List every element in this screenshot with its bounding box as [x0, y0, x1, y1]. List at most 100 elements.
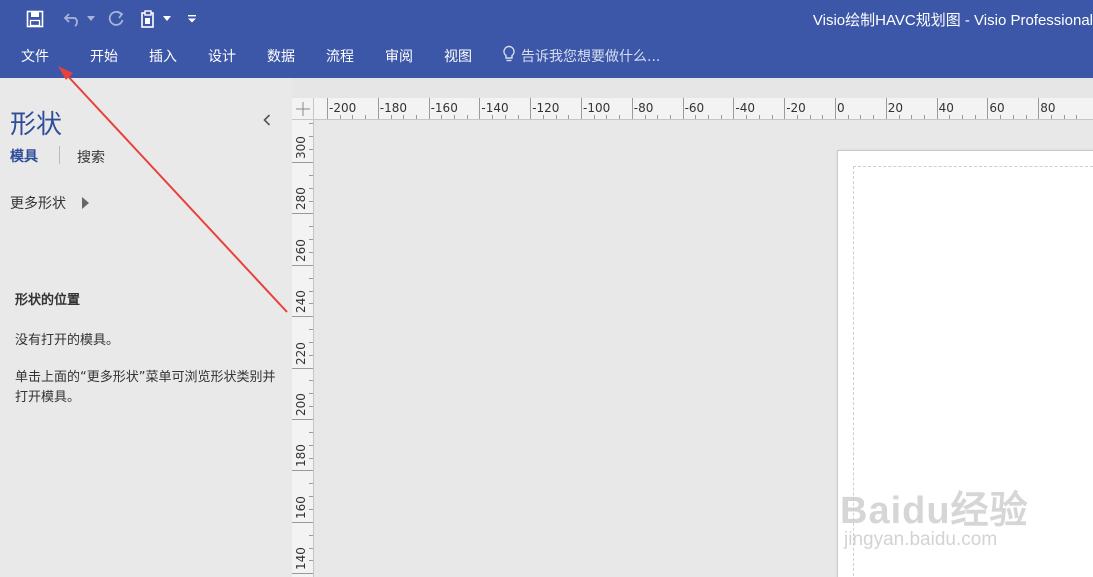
tab-home[interactable]: 开始: [90, 46, 118, 66]
ruler-label: 40: [938, 101, 954, 115]
ruler-tick: [292, 470, 313, 472]
ruler-minor-tick: [746, 115, 748, 119]
ruler-tick: [784, 98, 786, 119]
ruler-minor-tick: [309, 303, 313, 305]
ruler-label: -20: [786, 101, 806, 115]
ruler-minor-tick: [606, 115, 608, 119]
ruler-minor-tick: [911, 115, 913, 119]
ruler-minor-tick: [309, 123, 313, 125]
pane-tab-divider: [59, 146, 60, 164]
tab-process[interactable]: 流程: [326, 46, 354, 66]
ruler-minor-tick: [873, 115, 875, 119]
ruler-minor-tick: [309, 444, 313, 446]
ruler-minor-tick: [847, 115, 849, 119]
ruler-minor-tick: [555, 115, 557, 119]
ruler-minor-tick: [309, 354, 313, 356]
tab-review[interactable]: 审阅: [385, 46, 413, 66]
collapse-pane-icon[interactable]: [262, 112, 272, 131]
ruler-minor-tick: [309, 187, 313, 189]
tab-design[interactable]: 设计: [208, 46, 236, 66]
ruler-minor-tick: [309, 393, 313, 395]
vertical-ruler[interactable]: 300 280 260 240 220 200 180 160 140: [292, 120, 314, 577]
ruler-label: 280: [294, 187, 308, 211]
tab-insert[interactable]: 插入: [149, 46, 177, 66]
shapes-pane: 形状 模具 搜索 更多形状 形状的位置 没有打开的模具。 单击上面的“更多形状”…: [0, 78, 292, 577]
ruler-minor-tick: [492, 115, 494, 119]
ruler-corner: [292, 98, 314, 120]
ruler-minor-tick: [695, 115, 697, 119]
more-shapes-menu[interactable]: 更多形状: [10, 193, 89, 213]
ruler-label: -180: [379, 101, 408, 115]
ruler-minor-tick: [593, 115, 595, 119]
ruler-tick: [835, 98, 836, 119]
watermark-logo: Baidu经验: [840, 490, 1029, 532]
ruler-minor-tick: [390, 115, 392, 119]
ruler-minor-tick: [309, 483, 313, 485]
stencil-help-text: 单击上面的“更多形状”菜单可浏览形状类别并打开模具。: [15, 370, 276, 405]
save-icon[interactable]: [25, 8, 45, 30]
ruler-minor-tick: [619, 115, 621, 119]
tell-me-search[interactable]: 告诉我您想要做什么...: [502, 45, 660, 67]
ruler-label: -200: [329, 101, 357, 115]
ruler-tick: [292, 367, 313, 369]
page-icon[interactable]: [138, 8, 158, 30]
ruler-label: -100: [583, 101, 611, 115]
ruler-minor-tick: [309, 547, 313, 549]
ruler-label: -80: [633, 101, 654, 115]
ruler-tick: [1038, 98, 1040, 119]
shape-location-heading: 形状的位置: [15, 293, 81, 308]
ruler-minor-tick: [309, 457, 313, 459]
customize-qat-icon[interactable]: [186, 8, 198, 30]
ruler-label: 140: [294, 547, 308, 571]
horizontal-ruler[interactable]: -200 -180 -160 -140 -120 -100 -80 -60 -40 -20 0 20 4…: [314, 98, 1093, 120]
ruler-tick: [479, 98, 481, 119]
tab-view[interactable]: 视图: [444, 46, 472, 66]
redo-icon[interactable]: [106, 8, 126, 30]
ruler-tick: [292, 213, 313, 215]
ruler-minor-tick: [758, 115, 760, 119]
lightbulb-icon: [502, 45, 521, 67]
ruler-minor-tick: [669, 115, 671, 119]
undo-icon[interactable]: [62, 8, 84, 30]
ruler-tick: [327, 98, 328, 119]
ruler-minor-tick: [466, 115, 468, 119]
ruler-minor-tick: [974, 115, 976, 119]
ruler-minor-tick: [644, 115, 646, 119]
ruler-minor-tick: [309, 560, 313, 562]
ruler-tick: [292, 573, 313, 575]
ruler-minor-tick: [365, 115, 367, 119]
page-dropdown-icon[interactable]: [162, 8, 172, 30]
ruler-minor-tick: [568, 115, 570, 119]
ruler-label: -140: [481, 101, 509, 115]
ruler-minor-tick: [542, 115, 544, 119]
undo-dropdown-icon[interactable]: [86, 8, 96, 30]
ruler-label: 160: [294, 495, 308, 519]
ruler-tick: [530, 98, 532, 119]
ruler-minor-tick: [809, 115, 811, 119]
ruler-minor-tick: [1012, 115, 1014, 119]
ruler-minor-tick: [309, 226, 313, 228]
ruler-minor-tick: [309, 174, 313, 176]
ruler-minor-tick: [517, 115, 519, 119]
ruler-minor-tick: [309, 277, 313, 279]
window-title: Visio绘制HAVC规划图 - Visio Professional: [812, 12, 1093, 29]
ruler-label: 260: [294, 238, 308, 262]
tab-search[interactable]: 搜索: [77, 147, 105, 167]
tab-data[interactable]: 数据: [267, 46, 295, 66]
ruler-minor-tick: [309, 534, 313, 536]
ruler-label: 20: [887, 101, 904, 115]
ruler-minor-tick: [309, 136, 313, 138]
ruler-tick: [377, 98, 379, 119]
more-shapes-label: 更多形状: [10, 196, 66, 212]
ruler-minor-tick: [309, 200, 313, 202]
tab-stencils[interactable]: 模具: [10, 146, 38, 166]
ruler-minor-tick: [657, 115, 659, 119]
ruler-minor-tick: [860, 115, 862, 119]
ruler-label: 220: [294, 341, 308, 365]
ruler-minor-tick: [1025, 115, 1027, 119]
ruler-minor-tick: [309, 341, 313, 343]
tab-file[interactable]: 文件: [21, 46, 49, 66]
ruler-minor-tick: [962, 115, 963, 119]
visio-window: Visio绘制HAVC规划图 - Visio Professional 文件 开…: [0, 0, 1093, 577]
ruler-minor-tick: [1000, 115, 1002, 119]
